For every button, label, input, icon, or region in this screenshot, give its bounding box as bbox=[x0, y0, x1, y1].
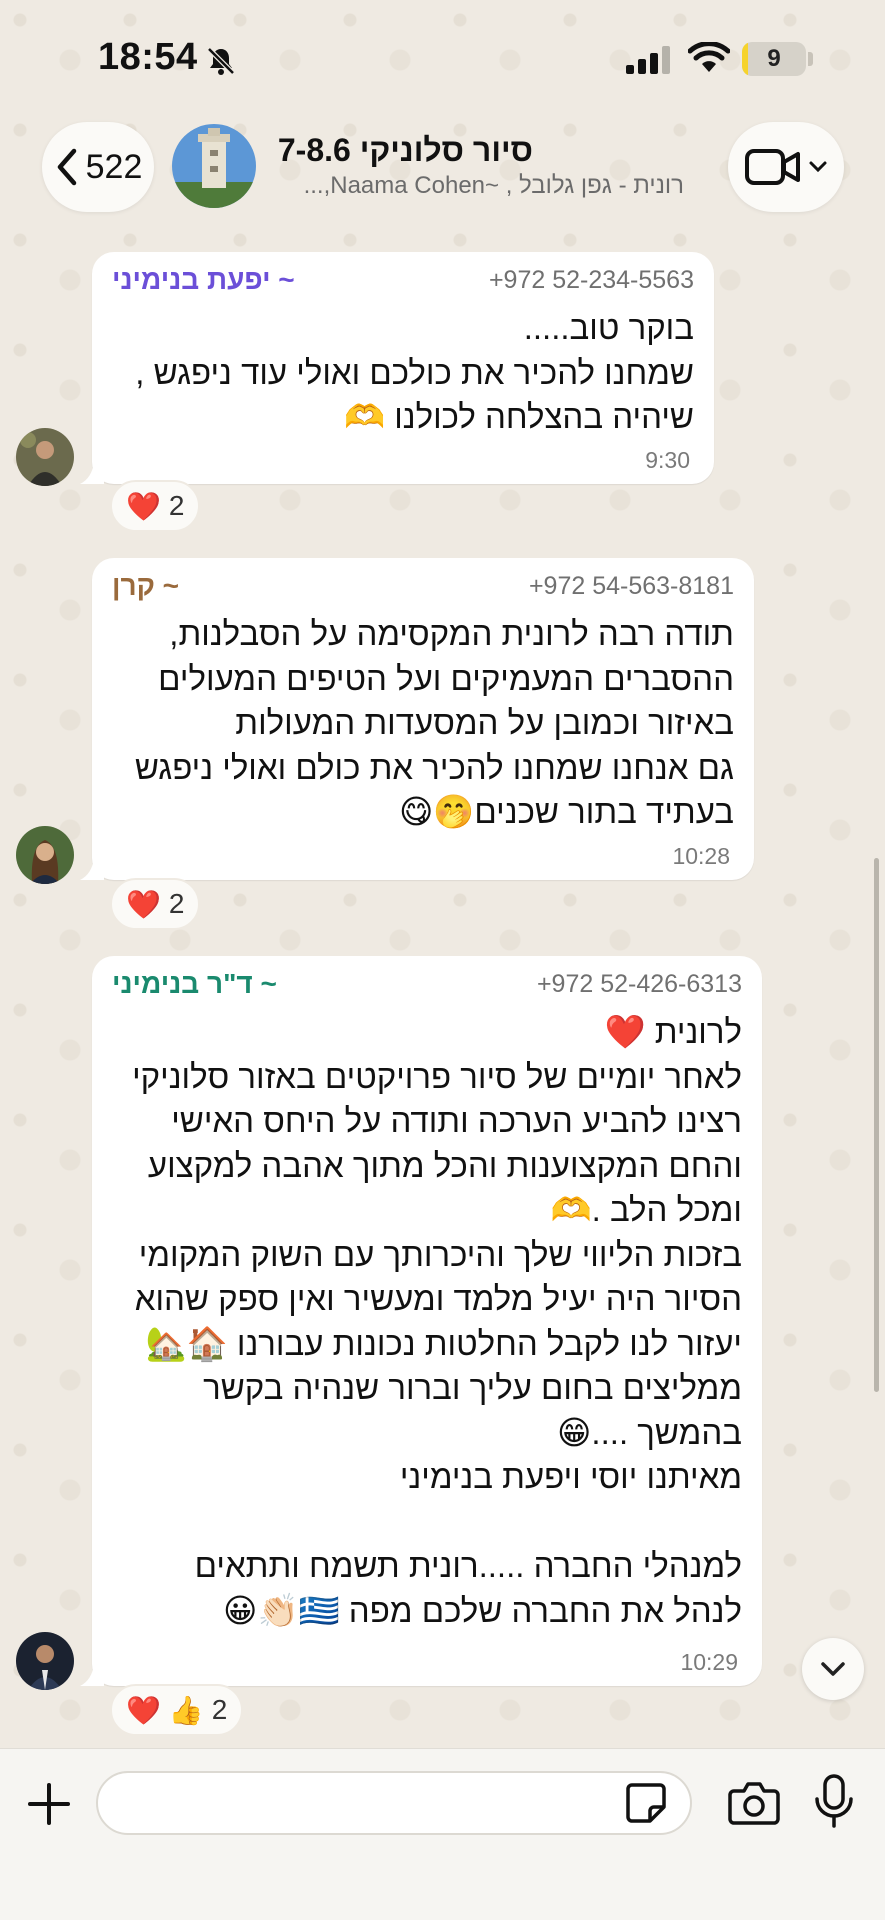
message-time: 9:30 bbox=[645, 447, 690, 473]
white-tower-image bbox=[172, 124, 256, 208]
message-sender[interactable]: ~ ד"ר בנימיני bbox=[112, 968, 277, 1000]
video-call-button[interactable] bbox=[728, 122, 844, 212]
group-avatar[interactable] bbox=[172, 124, 256, 208]
message-time: 10:29 bbox=[680, 1649, 738, 1675]
reaction-count: 2 bbox=[211, 1694, 228, 1725]
group-members[interactable]: רונית - גפן גלובל , ~Naama Cohen,... bbox=[272, 172, 684, 200]
message-input[interactable] bbox=[96, 1771, 692, 1835]
battery-level: 9 bbox=[767, 45, 781, 72]
sender-photo bbox=[16, 1632, 74, 1690]
sender-avatar[interactable] bbox=[16, 826, 74, 884]
sender-phone[interactable]: +972 52-234-5563 bbox=[489, 266, 694, 295]
plus-icon[interactable] bbox=[24, 1779, 74, 1829]
signal-icon bbox=[626, 46, 670, 74]
chevron-down-icon bbox=[821, 1662, 845, 1676]
wifi-icon bbox=[688, 42, 730, 72]
bubble-tail bbox=[80, 858, 104, 880]
message-sender[interactable]: ~ קרן bbox=[112, 570, 179, 602]
status-bar: 18:54 9 bbox=[0, 0, 885, 120]
battery-icon: 9 bbox=[742, 42, 806, 76]
reaction-pill[interactable]: ❤️ 2 bbox=[110, 480, 201, 532]
scrollbar[interactable] bbox=[874, 858, 879, 1392]
sender-photo bbox=[16, 826, 74, 884]
reaction-count: 2 bbox=[168, 490, 185, 521]
message-bubble[interactable]: ~ ד"ר בנימיני +972 52-426-6313 לרונית ❤️… bbox=[80, 956, 762, 1686]
bell-off-icon bbox=[207, 47, 235, 75]
sender-photo bbox=[16, 428, 74, 486]
message-time: 10:28 bbox=[672, 843, 730, 869]
reaction-pill[interactable]: ❤️ 👍 2 bbox=[110, 1684, 244, 1736]
sender-phone[interactable]: +972 52-426-6313 bbox=[537, 970, 742, 999]
battery-nub bbox=[808, 52, 813, 66]
heart-icon: ❤️ bbox=[126, 489, 161, 523]
message-text: תודה רבה לרונית המקסימה על הסבלנות, ההסב… bbox=[134, 615, 734, 830]
status-time: 18:54 bbox=[98, 36, 198, 78]
group-title[interactable]: סיור סלוניקי 7-8.6 bbox=[278, 132, 533, 169]
camera-icon[interactable] bbox=[728, 1779, 780, 1825]
microphone-icon[interactable] bbox=[812, 1773, 856, 1829]
reaction-pill[interactable]: ❤️ 2 bbox=[110, 878, 201, 930]
unread-count: 522 bbox=[85, 147, 143, 186]
reaction-count: 2 bbox=[168, 888, 185, 919]
thumbs-up-icon: 👍 bbox=[168, 1693, 204, 1727]
video-camera-icon bbox=[745, 149, 800, 185]
back-button[interactable]: 522 bbox=[42, 122, 154, 212]
sticker-icon[interactable] bbox=[624, 1781, 668, 1825]
message-bubble[interactable]: ~ קרן +972 54-563-8181 תודה רבה לרונית ה… bbox=[80, 558, 754, 880]
bubble-tail bbox=[80, 462, 104, 484]
chat-header: 522 סיור סלוניקי 7-8.6 רונית - גפן גלובל… bbox=[0, 120, 885, 232]
composer-bar bbox=[0, 1748, 885, 1920]
sender-avatar[interactable] bbox=[16, 1632, 74, 1690]
bubble-tail bbox=[80, 1664, 104, 1686]
scroll-to-bottom-button[interactable] bbox=[802, 1638, 864, 1700]
sender-phone[interactable]: +972 54-563-8181 bbox=[529, 572, 734, 601]
heart-icon: ❤️ bbox=[126, 887, 161, 921]
message-bubble[interactable]: ~ יפעת בנימיני +972 52-234-5563 בוקר טוב… bbox=[80, 252, 714, 484]
message-text: בוקר טוב..... שמחנו להכיר את כולכם ואולי… bbox=[135, 309, 694, 435]
chevron-left-icon bbox=[57, 148, 76, 186]
sender-avatar[interactable] bbox=[16, 428, 74, 486]
chevron-down-icon bbox=[809, 161, 827, 173]
heart-icon: ❤️ bbox=[126, 1693, 161, 1727]
message-sender[interactable]: ~ יפעת בנימיני bbox=[112, 264, 295, 296]
message-text: לרונית ❤️ לאחר יומיים של סיור פרויקטים ב… bbox=[132, 1013, 742, 1629]
